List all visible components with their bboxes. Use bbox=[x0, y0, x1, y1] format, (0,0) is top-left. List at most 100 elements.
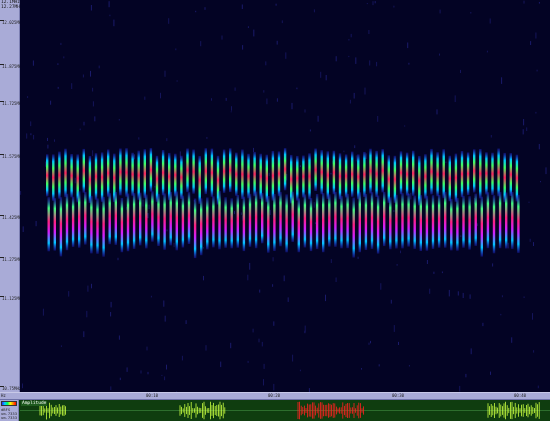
noise-speck bbox=[380, 283, 382, 290]
noise-speck bbox=[441, 271, 443, 274]
spectrogram-view[interactable] bbox=[20, 0, 550, 392]
noise-speck bbox=[398, 341, 399, 345]
signal-streak-upper bbox=[326, 151, 329, 200]
spectrogram-canvas[interactable] bbox=[20, 0, 550, 392]
noise-speck bbox=[57, 63, 59, 65]
signal-streak-lower bbox=[132, 193, 136, 249]
noise-speck bbox=[164, 376, 166, 381]
signal-streak-lower bbox=[157, 193, 160, 246]
signal-streak-upper bbox=[265, 154, 268, 203]
color-palette-icon[interactable] bbox=[1, 401, 17, 406]
noise-speck bbox=[304, 330, 306, 334]
noise-speck bbox=[477, 223, 478, 227]
signal-streak-lower bbox=[163, 193, 166, 250]
noise-speck bbox=[269, 209, 271, 215]
noise-speck bbox=[71, 83, 73, 89]
signal-streak-upper bbox=[125, 148, 128, 197]
noise-speck bbox=[108, 1, 110, 8]
noise-speck bbox=[273, 383, 275, 391]
noise-speck bbox=[173, 242, 175, 248]
signal-streak-lower bbox=[370, 192, 374, 249]
noise-speck bbox=[74, 177, 76, 184]
signal-streak-lower bbox=[151, 191, 154, 242]
noise-speck bbox=[94, 116, 96, 122]
noise-speck bbox=[118, 335, 120, 340]
signal-streak-upper bbox=[430, 148, 433, 195]
signal-streak-upper bbox=[119, 148, 122, 196]
noise-speck bbox=[92, 150, 94, 157]
signal-streak-upper bbox=[399, 151, 403, 195]
noise-speck bbox=[335, 56, 337, 62]
signal-streak-lower bbox=[200, 198, 203, 256]
signal-streak-lower bbox=[59, 197, 63, 257]
noise-speck bbox=[205, 345, 207, 351]
noise-speck bbox=[320, 71, 322, 78]
noise-speck bbox=[268, 172, 270, 177]
noise-speck bbox=[348, 55, 350, 58]
signal-streak-upper bbox=[338, 153, 342, 200]
signal-streak-upper bbox=[58, 151, 61, 199]
time-tick-label: 00:40 bbox=[514, 393, 527, 398]
amplitude-pane[interactable]: dBFS um.7333 um.7333 Amplitude bbox=[0, 400, 550, 421]
noise-speck bbox=[370, 340, 371, 344]
noise-speck bbox=[276, 98, 278, 102]
signal-streak-lower bbox=[419, 195, 422, 251]
signal-streak-upper bbox=[174, 153, 177, 197]
signal-streak-upper bbox=[277, 151, 281, 197]
signal-streak-upper bbox=[64, 148, 67, 198]
noise-speck bbox=[492, 263, 494, 267]
noise-speck bbox=[357, 256, 359, 259]
noise-speck bbox=[350, 33, 352, 38]
signal-streak-lower bbox=[71, 196, 75, 247]
noise-speck bbox=[286, 174, 288, 181]
noise-speck bbox=[247, 360, 249, 363]
signal-streak-upper bbox=[473, 149, 476, 193]
signal-streak-upper bbox=[247, 153, 250, 199]
noise-speck bbox=[225, 97, 227, 101]
amplitude-scale-line: um.7333 bbox=[1, 415, 18, 420]
noise-speck bbox=[281, 20, 283, 24]
signal-streak-lower bbox=[413, 195, 416, 249]
signal-streak-lower bbox=[389, 197, 392, 250]
amplitude-waveform[interactable] bbox=[20, 400, 550, 421]
noise-speck bbox=[313, 202, 315, 208]
noise-speck bbox=[429, 288, 431, 294]
noise-speck bbox=[538, 2, 540, 4]
noise-speck bbox=[490, 371, 491, 375]
signal-streak-upper bbox=[479, 149, 482, 199]
noise-speck bbox=[355, 155, 357, 162]
noise-speck bbox=[168, 18, 170, 24]
noise-speck bbox=[110, 301, 112, 308]
signal-streak-upper bbox=[381, 149, 384, 193]
signal-streak-lower bbox=[364, 193, 368, 250]
noise-speck bbox=[535, 32, 537, 39]
signal-streak-upper bbox=[296, 155, 299, 201]
noise-speck bbox=[119, 377, 121, 381]
amplitude-sidebar: dBFS um.7333 um.7333 bbox=[0, 400, 19, 421]
noise-speck bbox=[83, 121, 85, 126]
signal-streak-upper bbox=[143, 149, 146, 199]
frequency-axis[interactable]: 12.1MHz 12.27MHz 12.025MHz 11.875MHz 11.… bbox=[0, 0, 24, 392]
signal-streak-upper bbox=[509, 153, 512, 196]
signal-streak-lower bbox=[145, 194, 148, 249]
noise-speck bbox=[317, 115, 319, 122]
noise-speck bbox=[291, 102, 293, 110]
time-tick-label: 00:10 bbox=[146, 393, 159, 398]
signal-streak-upper bbox=[302, 155, 305, 198]
noise-speck bbox=[110, 312, 112, 317]
noise-speck bbox=[142, 199, 144, 207]
signal-streak-lower bbox=[450, 198, 453, 251]
frequency-tick-label: 10.75MHz bbox=[2, 386, 22, 391]
noise-speck bbox=[390, 299, 392, 304]
signal-streak-lower bbox=[492, 195, 496, 254]
noise-speck bbox=[460, 69, 461, 73]
amplitude-scale: dBFS um.7333 um.7333 bbox=[1, 408, 17, 420]
noise-speck bbox=[330, 259, 332, 263]
time-tick-label: 00:20 bbox=[268, 393, 281, 398]
frequency-tick: 11.725MHz bbox=[0, 101, 24, 109]
time-axis[interactable]: Hz 00:10 00:20 00:30 00:40 bbox=[0, 392, 550, 400]
signal-streak-lower bbox=[328, 194, 331, 247]
signal-streak-upper bbox=[515, 154, 519, 202]
noise-speck bbox=[374, 1, 376, 4]
noise-speck bbox=[348, 39, 350, 41]
